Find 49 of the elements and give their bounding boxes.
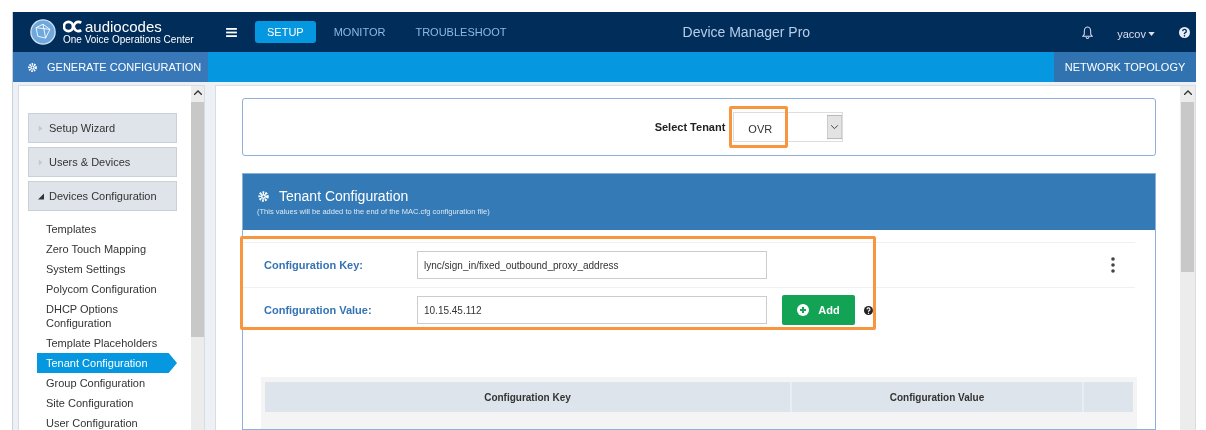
sidebar-section[interactable]: Devices Configuration	[28, 181, 177, 211]
bell-icon[interactable]	[1082, 25, 1094, 39]
tenant-select[interactable]: OVR	[733, 112, 844, 142]
sidebar-item[interactable]: Template Placeholders	[37, 333, 165, 353]
dropdown-arrow-icon	[827, 114, 843, 140]
sidebar-item[interactable]: System Settings	[37, 259, 165, 279]
collapsed-triangle-icon	[38, 124, 44, 132]
sidebar-item[interactable]: Polycom Configuration	[37, 279, 165, 299]
scroll-up-icon[interactable]	[193, 90, 202, 95]
input-field[interactable]: lync/sign_in/fixed_outbound_proxy_address	[417, 251, 767, 279]
logo-mark-icon	[63, 20, 83, 33]
plus-circle-icon	[797, 304, 810, 316]
gear-icon	[27, 61, 38, 73]
sidebar-item[interactable]: User Configuration	[37, 413, 165, 430]
collapsed-triangle-icon	[38, 158, 44, 166]
field-label: Configuration Key:	[264, 259, 364, 271]
input-field[interactable]: 10.15.45.112	[417, 296, 767, 324]
network-topology-tab[interactable]: NETWORK TOPOLOGY	[1054, 52, 1196, 82]
caret-icon	[1148, 32, 1155, 36]
scroll-up-icon[interactable]	[1183, 90, 1192, 95]
more-options-icon[interactable]	[1111, 257, 1115, 273]
main-scrollbar[interactable]	[1180, 86, 1195, 430]
field-label: Configuration Value:	[264, 304, 373, 316]
sidebar-scrollbar[interactable]	[191, 86, 204, 430]
expanded-triangle-icon	[38, 192, 44, 200]
card-title: Tenant Configuration	[279, 188, 409, 204]
nav-tab[interactable]: TROUBLESHOOT	[403, 21, 519, 43]
generate-configuration-tab[interactable]: GENERATE CONFIGURATION	[13, 52, 208, 82]
sidebar-section[interactable]: Users & Devices	[28, 147, 177, 177]
sidebar-item[interactable]: Site Configuration	[37, 393, 165, 413]
app-title: Device Manager Pro	[682, 24, 812, 40]
select-tenant-label: Select Tenant	[654, 121, 726, 133]
user-menu[interactable]: yacov	[1117, 24, 1155, 40]
help-icon[interactable]	[864, 305, 873, 315]
column-header: Configuration Value	[792, 382, 1084, 412]
nav-tab[interactable]: MONITOR	[321, 21, 398, 43]
sidebar-section[interactable]: Setup Wizard	[28, 113, 177, 143]
help-icon[interactable]	[1179, 26, 1190, 38]
logo-subtitle: One Voice Operations Center	[63, 35, 194, 45]
menu-icon[interactable]	[226, 27, 237, 37]
logo-wordmark: audiocodes	[85, 19, 162, 34]
highlight-frame	[729, 106, 789, 148]
globe-logo-icon	[30, 19, 56, 45]
column-header: Configuration Key	[265, 382, 792, 412]
sidebar-item[interactable]: DHCP Options Configuration	[37, 299, 165, 333]
sidebar-item[interactable]: Zero Touch Mapping	[37, 239, 165, 259]
sidebar-item[interactable]: Group Configuration	[37, 373, 165, 393]
sidebar-item[interactable]: Templates	[37, 219, 165, 239]
gear-icon	[257, 189, 270, 203]
